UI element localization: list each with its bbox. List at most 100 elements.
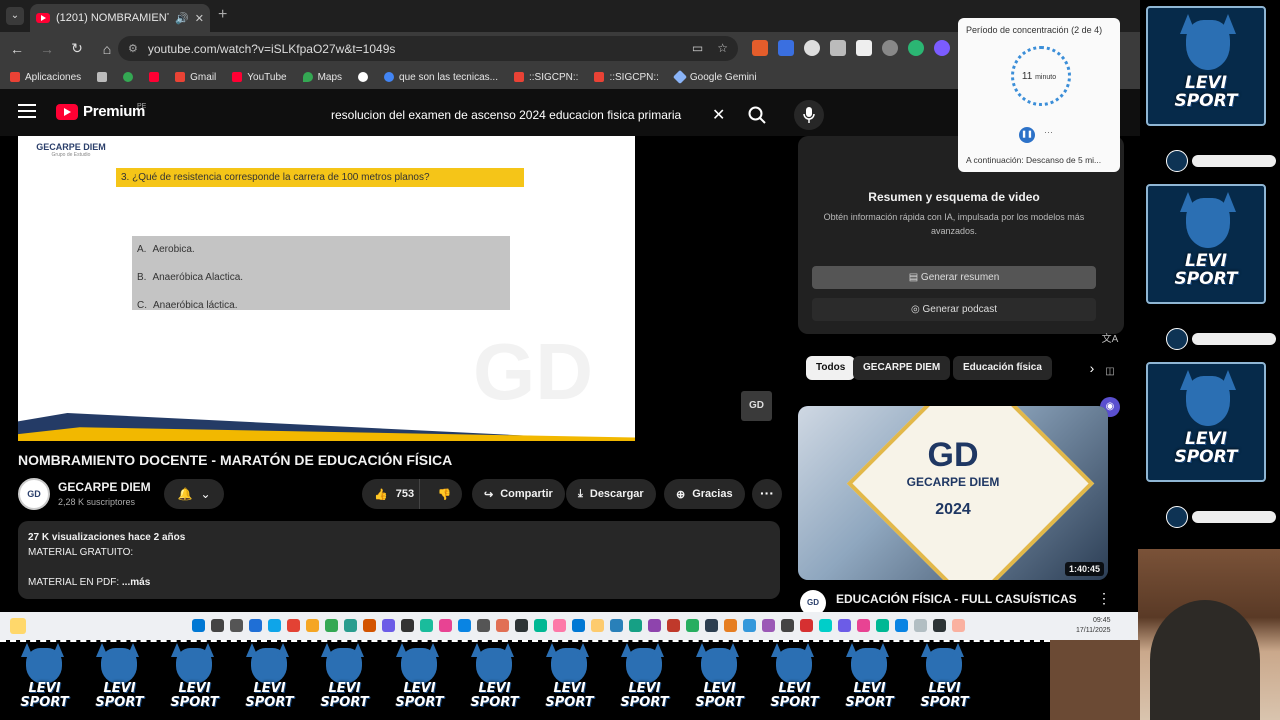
taskbar-app-icon[interactable] — [553, 619, 566, 632]
taskbar-app-icon[interactable] — [838, 619, 851, 632]
taskbar-app-icon[interactable] — [610, 619, 623, 632]
generate-summary-button[interactable]: ▤ Generar resumen — [812, 266, 1096, 289]
close-tab-icon[interactable]: ✕ — [195, 12, 204, 25]
recommended-video-title[interactable]: EDUCACIÓN FÍSICA - FULL CASUÍSTICAS — [836, 592, 1077, 606]
chip-topic[interactable]: Educación física — [953, 356, 1052, 380]
taskbar-app-icon[interactable] — [401, 619, 414, 632]
extension-icon[interactable] — [830, 40, 846, 56]
chip-channel[interactable]: GECARPE DIEM — [853, 356, 951, 380]
taskbar-app-icon[interactable] — [572, 619, 585, 632]
taskbar-app-icon[interactable] — [344, 619, 357, 632]
taskbar-app-icon[interactable] — [933, 619, 946, 632]
bookmark-item[interactable]: Aplicaciones — [10, 72, 81, 83]
bookmark-item[interactable] — [149, 72, 160, 82]
taskbar-app-icon[interactable] — [363, 619, 376, 632]
taskbar-app-icon[interactable] — [705, 619, 718, 632]
taskbar-app-icon[interactable] — [591, 619, 604, 632]
menu-icon[interactable] — [18, 104, 36, 118]
chip-all[interactable]: Todos — [806, 356, 856, 380]
extension-icon[interactable] — [752, 40, 768, 56]
taskbar-app-icon[interactable] — [800, 619, 813, 632]
taskbar-app-icon[interactable] — [230, 619, 243, 632]
taskbar-app-icon[interactable] — [515, 619, 528, 632]
taskbar-app-icon[interactable] — [819, 619, 832, 632]
taskbar-app-icon[interactable] — [857, 619, 870, 632]
video-player[interactable]: GECARPE DIEM Grupo de Estudio 3. ¿Qué de… — [18, 136, 780, 441]
forward-button[interactable]: → — [34, 36, 60, 62]
youtube-premium-logo[interactable]: Premium — [56, 103, 145, 120]
bookmark-star-icon[interactable]: ☆ — [717, 41, 728, 55]
chevron-right-icon[interactable]: › — [1080, 356, 1104, 380]
taskbar-app-icon[interactable] — [648, 619, 661, 632]
bookmark-item[interactable] — [97, 72, 108, 82]
taskbar-app-icon[interactable] — [420, 619, 433, 632]
tab-search-dropdown[interactable]: ⌄ — [6, 7, 24, 25]
channel-name[interactable]: GECARPE DIEM — [58, 480, 151, 494]
taskbar-app-icon[interactable] — [211, 619, 224, 632]
share-button[interactable]: ↪ Compartir — [472, 479, 565, 509]
extension-icon[interactable] — [908, 40, 924, 56]
taskbar-app-icon[interactable] — [325, 619, 338, 632]
taskbar-app-icon[interactable] — [952, 619, 965, 632]
subscribed-bell-button[interactable]: 🔔 ⌄ — [164, 479, 224, 509]
new-tab-button[interactable]: + — [218, 6, 227, 24]
site-info-icon[interactable]: ⚙ — [128, 42, 138, 55]
search-button[interactable] — [740, 100, 774, 130]
taskbar-app-icon[interactable] — [496, 619, 509, 632]
reload-button[interactable]: ↻ — [64, 36, 90, 62]
taskbar-app-icon[interactable] — [686, 619, 699, 632]
taskbar-app-icon[interactable] — [306, 619, 319, 632]
taskbar-app-icon[interactable] — [762, 619, 775, 632]
like-button[interactable]: 👍 753 — [362, 479, 421, 509]
bookmark-item[interactable] — [358, 72, 369, 82]
bookmark-item[interactable]: Google Gemini — [672, 69, 757, 85]
clear-search-icon[interactable]: ✕ — [712, 105, 725, 125]
bookmark-item[interactable]: ::SIGCPN:: — [594, 72, 659, 83]
home-button[interactable]: ⌂ — [94, 36, 120, 62]
taskbar-app-icon[interactable] — [439, 619, 452, 632]
extension-icon[interactable] — [804, 40, 820, 56]
bookmark-item[interactable]: Maps — [302, 72, 342, 83]
more-vert-icon[interactable]: ⋮ — [1097, 590, 1111, 607]
taskbar-app-icon[interactable] — [876, 619, 889, 632]
taskbar-app-icon[interactable] — [268, 619, 281, 632]
taskbar-app-icon[interactable] — [895, 619, 908, 632]
download-button[interactable]: ⤓ Descargar — [566, 479, 656, 509]
dislike-button[interactable]: 👎 — [427, 488, 462, 501]
extension-icon[interactable] — [934, 40, 950, 56]
bookmark-item[interactable]: YouTube — [232, 72, 287, 83]
taskbar-app-icon[interactable] — [743, 619, 756, 632]
taskbar-app-icon[interactable] — [477, 619, 490, 632]
bookmark-item[interactable]: ::SIGCPN:: — [513, 72, 578, 83]
recommended-video-thumbnail[interactable]: GD GECARPE DIEM 2024 1:40:45 — [798, 406, 1108, 580]
taskbar-clock[interactable]: 09:45 17/11/2025 — [1076, 616, 1111, 636]
generate-podcast-button[interactable]: ◎ Generar podcast — [812, 298, 1096, 321]
taskbar-app-icon[interactable] — [914, 619, 927, 632]
taskbar-app-icon[interactable] — [249, 619, 262, 632]
taskbar-app-icon[interactable] — [781, 619, 794, 632]
thanks-button[interactable]: ⊕ Gracias — [664, 479, 745, 509]
taskbar-app-icon[interactable] — [287, 619, 300, 632]
extension-icon[interactable] — [882, 40, 898, 56]
channel-avatar[interactable]: GD — [18, 478, 50, 510]
more-options-icon[interactable]: ··· — [1044, 127, 1053, 137]
address-bar[interactable]: ⚙ youtube.com/watch?v=iSLKfpaO27w&t=1049… — [118, 36, 738, 61]
bookmark-item[interactable]: Gmail — [175, 72, 216, 83]
taskbar-app-icon[interactable] — [667, 619, 680, 632]
speaker-icon[interactable]: 🔊 — [175, 12, 189, 25]
taskbar-app-icon[interactable] — [192, 619, 205, 632]
search-input[interactable]: resolucion del examen de ascenso 2024 ed… — [318, 100, 734, 130]
channel-watermark-badge[interactable]: GD — [741, 391, 772, 421]
install-app-icon[interactable]: ▭ — [692, 41, 703, 55]
pause-button[interactable]: ❚❚ — [1019, 127, 1035, 143]
voice-search-button[interactable] — [794, 100, 824, 130]
bookmark-item[interactable]: que son las tecnicas... — [384, 72, 498, 83]
bookmark-item[interactable] — [123, 72, 134, 82]
taskbar-app-icon[interactable] — [382, 619, 395, 632]
extension-icon[interactable] — [778, 40, 794, 56]
taskbar-app-icon[interactable] — [629, 619, 642, 632]
translate-icon[interactable]: 文A — [1100, 330, 1120, 350]
taskbar-app-icon[interactable] — [534, 619, 547, 632]
show-more-link[interactable]: ...más — [122, 577, 150, 588]
back-button[interactable]: ← — [4, 36, 30, 62]
